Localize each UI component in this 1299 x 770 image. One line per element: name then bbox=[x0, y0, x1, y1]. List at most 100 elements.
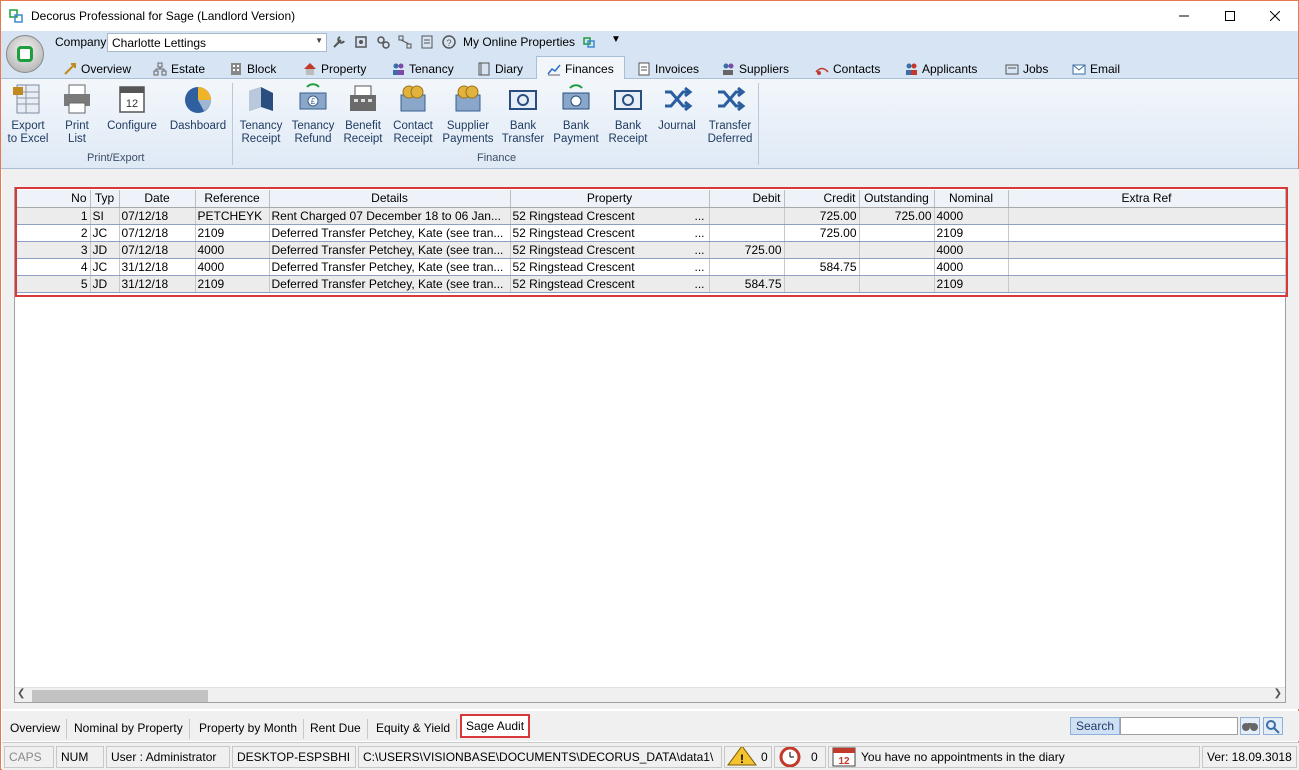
bank-payment-button[interactable]: Bank Payment bbox=[553, 83, 599, 146]
close-button[interactable] bbox=[1252, 1, 1298, 31]
diary-indicator[interactable]: 12 You have no appointments in the diary bbox=[828, 746, 1200, 768]
journal-button[interactable]: Journal bbox=[656, 83, 698, 133]
my-online-properties-link[interactable]: My Online Properties bbox=[463, 35, 575, 49]
tab-email[interactable]: Email bbox=[1072, 59, 1120, 79]
dashboard-button[interactable]: Dashboard bbox=[167, 83, 229, 133]
tab-overview[interactable]: Overview bbox=[63, 59, 131, 79]
supplier-payments-line1: Supplier bbox=[446, 120, 490, 132]
cell-typ: JD bbox=[90, 241, 120, 259]
column-header-typ[interactable]: Typ bbox=[90, 190, 120, 208]
column-header-debit[interactable]: Debit bbox=[709, 190, 785, 208]
print-list-line2: List bbox=[68, 133, 86, 145]
cell-date: 07/12/18 bbox=[119, 207, 196, 225]
binoculars-icon bbox=[1242, 723, 1258, 731]
cell-date: 31/12/18 bbox=[119, 275, 196, 293]
cell-extra-ref bbox=[1008, 258, 1286, 276]
column-header-outstanding[interactable]: Outstanding bbox=[859, 190, 935, 208]
column-header-credit[interactable]: Credit bbox=[784, 190, 860, 208]
property-lookup-button[interactable]: ... bbox=[694, 260, 704, 274]
tab-equity-yield[interactable]: Equity & Yield bbox=[370, 719, 458, 739]
tab-invoices[interactable]: Invoices bbox=[637, 59, 699, 79]
minimize-button[interactable] bbox=[1161, 1, 1207, 31]
print-list-line1: Print bbox=[65, 120, 89, 132]
company-select[interactable]: Charlotte Lettings ▼ bbox=[107, 33, 327, 52]
print-list-button[interactable]: Print List bbox=[59, 83, 95, 146]
alarm-clock-icon bbox=[779, 747, 801, 767]
column-header-date[interactable]: Date bbox=[119, 190, 196, 208]
cell-credit bbox=[784, 241, 860, 259]
network-icon[interactable] bbox=[397, 34, 413, 50]
tab-property[interactable]: Property bbox=[303, 59, 366, 79]
column-header-reference[interactable]: Reference bbox=[195, 190, 270, 208]
tab-estate[interactable]: Estate bbox=[153, 59, 205, 79]
bank-transfer-button[interactable]: Bank Transfer bbox=[501, 83, 545, 146]
cell-debit bbox=[709, 207, 785, 225]
customize-toolbar-icon[interactable]: ▼ bbox=[611, 34, 621, 45]
status-bar: CAPS NUM User : Administrator DESKTOP-ES… bbox=[2, 742, 1299, 770]
warnings-indicator[interactable]: ! 0 bbox=[724, 746, 772, 768]
tab-nominal-by-property[interactable]: Nominal by Property bbox=[68, 719, 190, 739]
supplier-payments-button[interactable]: Supplier Payments bbox=[442, 83, 494, 146]
cell-debit: 584.75 bbox=[709, 275, 785, 293]
scroll-right-icon[interactable]: ❯ bbox=[1274, 688, 1282, 699]
wrench-icon[interactable] bbox=[331, 34, 347, 50]
column-header-no[interactable]: No bbox=[15, 190, 91, 208]
tab-rent-due[interactable]: Rent Due bbox=[304, 719, 368, 739]
tab-suppliers[interactable]: Suppliers bbox=[721, 59, 789, 79]
transfer-deferred-button[interactable]: Transfer Deferred bbox=[704, 83, 756, 146]
binoculars-button[interactable] bbox=[1240, 717, 1260, 735]
maximize-button[interactable] bbox=[1207, 1, 1253, 31]
tenancy-receipt-line1: Tenancy bbox=[239, 120, 283, 132]
tenancy-receipt-line2: Receipt bbox=[241, 133, 281, 145]
configure-button[interactable]: 12 Configure bbox=[103, 83, 161, 133]
tab-tenancy[interactable]: Tenancy bbox=[391, 59, 454, 79]
search-button[interactable]: Search bbox=[1070, 717, 1120, 735]
cell-nominal: 4000 bbox=[934, 241, 1009, 259]
tab-finances[interactable]: Finances bbox=[536, 56, 625, 80]
search-input[interactable] bbox=[1120, 717, 1238, 735]
contact-receipt-button[interactable]: Contact Receipt bbox=[391, 83, 435, 146]
tab-property-by-month[interactable]: Property by Month bbox=[193, 719, 305, 739]
invoices-icon bbox=[638, 62, 650, 76]
bank-receipt-button[interactable]: Bank Receipt bbox=[605, 83, 651, 146]
tab-block[interactable]: Block bbox=[229, 59, 276, 79]
tab-finances-label: Finances bbox=[565, 61, 614, 76]
alarms-indicator[interactable]: 0 bbox=[774, 746, 826, 768]
property-lookup-button[interactable]: ... bbox=[694, 243, 704, 257]
horizontal-scrollbar[interactable]: ❮ ❯ bbox=[15, 687, 1285, 702]
clipboard-icon[interactable] bbox=[419, 34, 435, 50]
table-row[interactable]: 5 JD 31/12/18 2109 Deferred Transfer Pet… bbox=[15, 275, 1286, 293]
scrollbar-thumb[interactable] bbox=[32, 690, 208, 702]
tenancy-refund-button[interactable]: £ Tenancy Refund bbox=[291, 83, 335, 146]
table-row[interactable]: 4 JC 31/12/18 4000 Deferred Transfer Pet… bbox=[15, 258, 1286, 276]
tab-overview-view[interactable]: Overview bbox=[4, 719, 68, 739]
property-lookup-button[interactable]: ... bbox=[694, 226, 704, 240]
tab-sage-audit[interactable]: Sage Audit bbox=[460, 714, 531, 738]
tenancy-receipt-button[interactable]: Tenancy Receipt bbox=[239, 83, 283, 146]
tab-diary[interactable]: Diary bbox=[477, 59, 523, 79]
table-row[interactable]: 2 JC 07/12/18 2109 Deferred Transfer Pet… bbox=[15, 224, 1286, 242]
property-lookup-button[interactable]: ... bbox=[694, 277, 704, 291]
tools-icon[interactable] bbox=[353, 34, 369, 50]
column-header-property[interactable]: Property bbox=[510, 190, 710, 208]
table-row[interactable]: 1 SI 07/12/18 PETCHEYK Rent Charged 07 D… bbox=[15, 207, 1286, 225]
tab-applicants[interactable]: Applicants bbox=[904, 59, 977, 79]
column-header-details[interactable]: Details bbox=[269, 190, 511, 208]
column-header-nominal[interactable]: Nominal bbox=[934, 190, 1009, 208]
bank-transfer-line1: Bank bbox=[509, 120, 537, 132]
banknote-icon bbox=[562, 84, 590, 110]
column-header-extra-ref[interactable]: Extra Ref bbox=[1008, 190, 1286, 208]
advanced-search-button[interactable] bbox=[1263, 717, 1283, 735]
help-icon[interactable]: ? bbox=[441, 34, 457, 50]
settings-icon[interactable] bbox=[375, 34, 391, 50]
benefit-receipt-button[interactable]: Benefit Receipt bbox=[341, 83, 385, 146]
table-row[interactable]: 3 JD 07/12/18 4000 Deferred Transfer Pet… bbox=[15, 241, 1286, 259]
cell-outstanding bbox=[859, 241, 935, 259]
tab-contacts[interactable]: Contacts bbox=[815, 59, 880, 79]
tab-jobs[interactable]: Jobs bbox=[1005, 59, 1048, 79]
export-to-excel-button[interactable]: Export to Excel bbox=[7, 83, 49, 146]
sync-icon[interactable] bbox=[581, 34, 597, 50]
property-lookup-button[interactable]: ... bbox=[694, 209, 704, 223]
application-menu-button[interactable] bbox=[6, 35, 44, 73]
scroll-left-icon[interactable]: ❮ bbox=[17, 688, 25, 699]
